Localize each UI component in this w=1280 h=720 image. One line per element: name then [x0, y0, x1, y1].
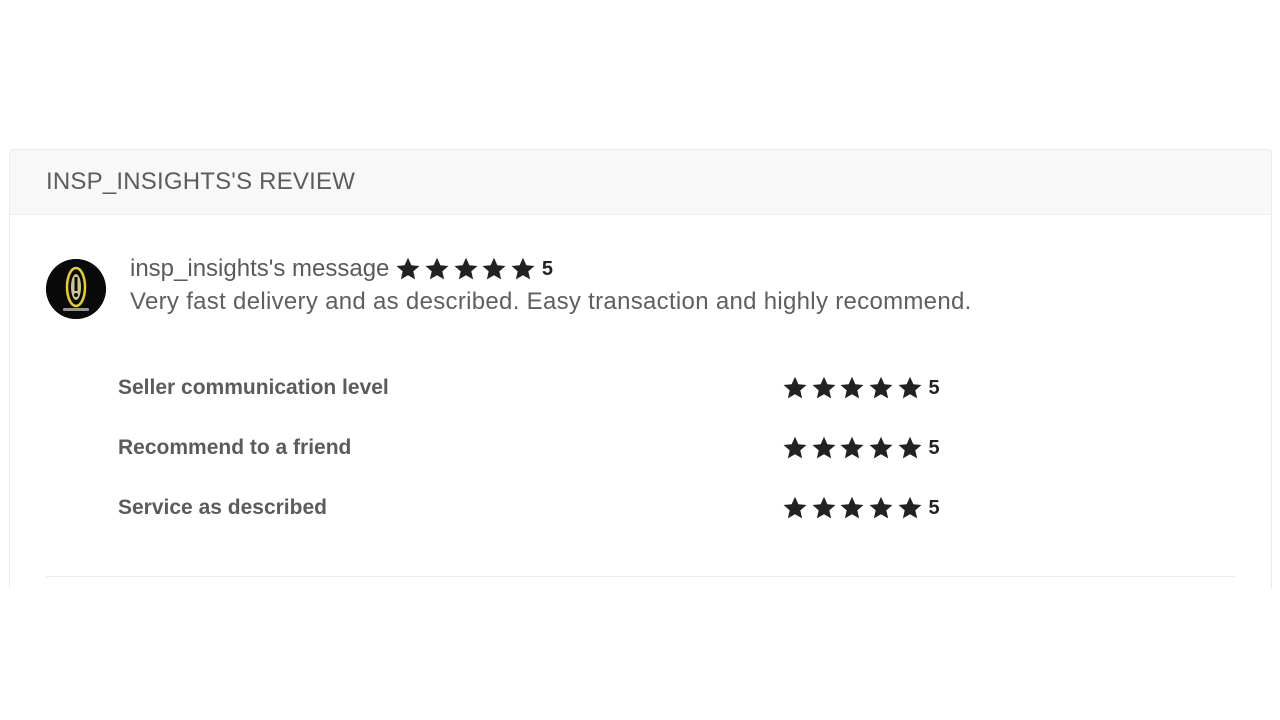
divider [46, 576, 1235, 577]
review-title: INSP_INSIGHTS'S REVIEW [46, 168, 356, 195]
criteria-stars [782, 375, 925, 401]
star-icon [481, 256, 507, 282]
criteria-label: Seller communication level [118, 376, 389, 399]
criteria-label: Recommend to a friend [118, 436, 352, 459]
reviewer-avatar[interactable] [46, 259, 106, 319]
star-icon [811, 495, 837, 521]
star-icon [782, 495, 808, 521]
reviewer-message-label[interactable]: insp_insights's message [130, 255, 389, 283]
star-icon [897, 375, 923, 401]
criteria-stars [782, 435, 925, 461]
criteria-rating-value: 5 [928, 376, 940, 399]
star-icon [782, 375, 808, 401]
star-icon [868, 375, 894, 401]
criteria-rating-value: 5 [928, 436, 940, 459]
user-avatar-icon [46, 259, 106, 319]
criteria-row-communication: Seller communication level 5 [118, 372, 948, 404]
star-icon [811, 435, 837, 461]
criteria-label: Service as described [118, 496, 327, 519]
review-message-header: insp_insights's message 5 [130, 252, 553, 286]
star-icon [782, 435, 808, 461]
star-icon [839, 435, 865, 461]
star-icon [868, 435, 894, 461]
criteria-rating: 5 [782, 372, 940, 404]
criteria-stars [782, 495, 925, 521]
star-icon [510, 256, 536, 282]
star-icon [868, 495, 894, 521]
star-icon [839, 495, 865, 521]
review-card: INSP_INSIGHTS'S REVIEW insp_insights's m… [9, 149, 1272, 589]
criteria-row-service: Service as described 5 [118, 492, 948, 524]
star-icon [897, 435, 923, 461]
review-text: Very fast delivery and as described. Eas… [130, 288, 972, 315]
star-icon [395, 256, 421, 282]
overall-rating-stars [395, 256, 538, 282]
star-icon [424, 256, 450, 282]
review-card-header: INSP_INSIGHTS'S REVIEW [10, 150, 1271, 215]
criteria-rating: 5 [782, 432, 940, 464]
criteria-rating: 5 [782, 492, 940, 524]
star-icon [453, 256, 479, 282]
star-icon [839, 375, 865, 401]
star-icon [811, 375, 837, 401]
criteria-row-recommend: Recommend to a friend 5 [118, 432, 948, 464]
overall-rating-value: 5 [541, 257, 553, 280]
criteria-rating-value: 5 [928, 496, 940, 519]
star-icon [897, 495, 923, 521]
